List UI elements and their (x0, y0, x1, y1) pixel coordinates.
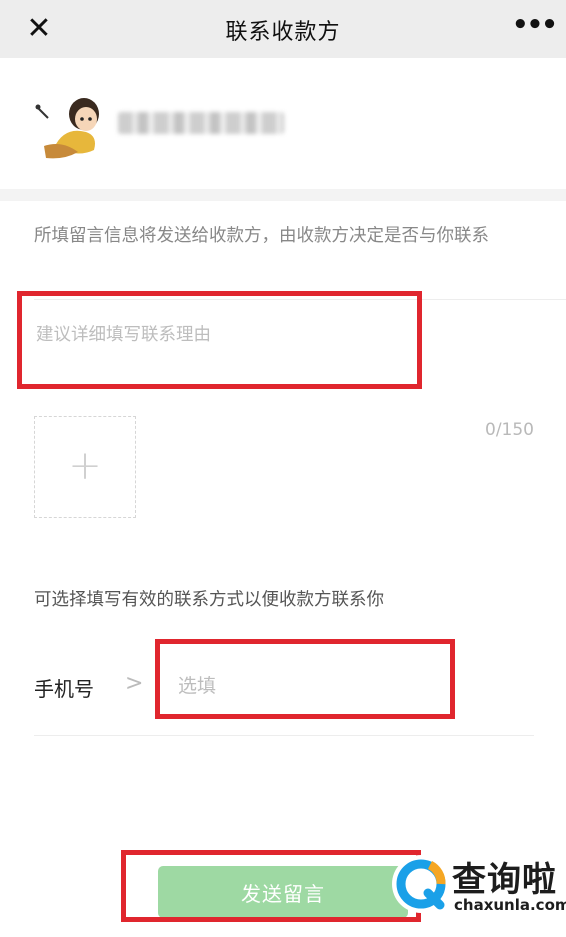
more-icon[interactable]: ••• (512, 10, 558, 44)
divider (34, 735, 534, 736)
char-counter: 0/150 (485, 420, 534, 440)
plus-icon: + (68, 443, 102, 489)
phone-label: 手机号 (34, 677, 94, 701)
watermark-text: 查询啦 (452, 860, 557, 900)
payee-card (0, 58, 566, 189)
notice-text: 所填留言信息将发送给收款方，由收款方决定是否与你联系 (34, 226, 489, 246)
section-gap (0, 189, 566, 201)
watermark-url: chaxunla.com (454, 896, 566, 914)
phone-input[interactable] (178, 670, 428, 702)
divider (34, 299, 566, 300)
payee-name-blurred (118, 112, 284, 134)
send-message-button[interactable]: 发送留言 (158, 866, 408, 918)
avatar (35, 98, 99, 159)
message-input[interactable] (36, 318, 406, 352)
page-title: 联系收款方 (225, 20, 341, 45)
add-image-button[interactable]: + (34, 416, 136, 518)
watermark-logo-icon (392, 855, 450, 913)
nav-bar: ✕ 联系收款方 ••• (0, 0, 566, 58)
chevron-right-icon[interactable]: > (125, 671, 143, 696)
contact-tip: 可选择填写有效的联系方式以便收款方联系你 (34, 590, 384, 610)
